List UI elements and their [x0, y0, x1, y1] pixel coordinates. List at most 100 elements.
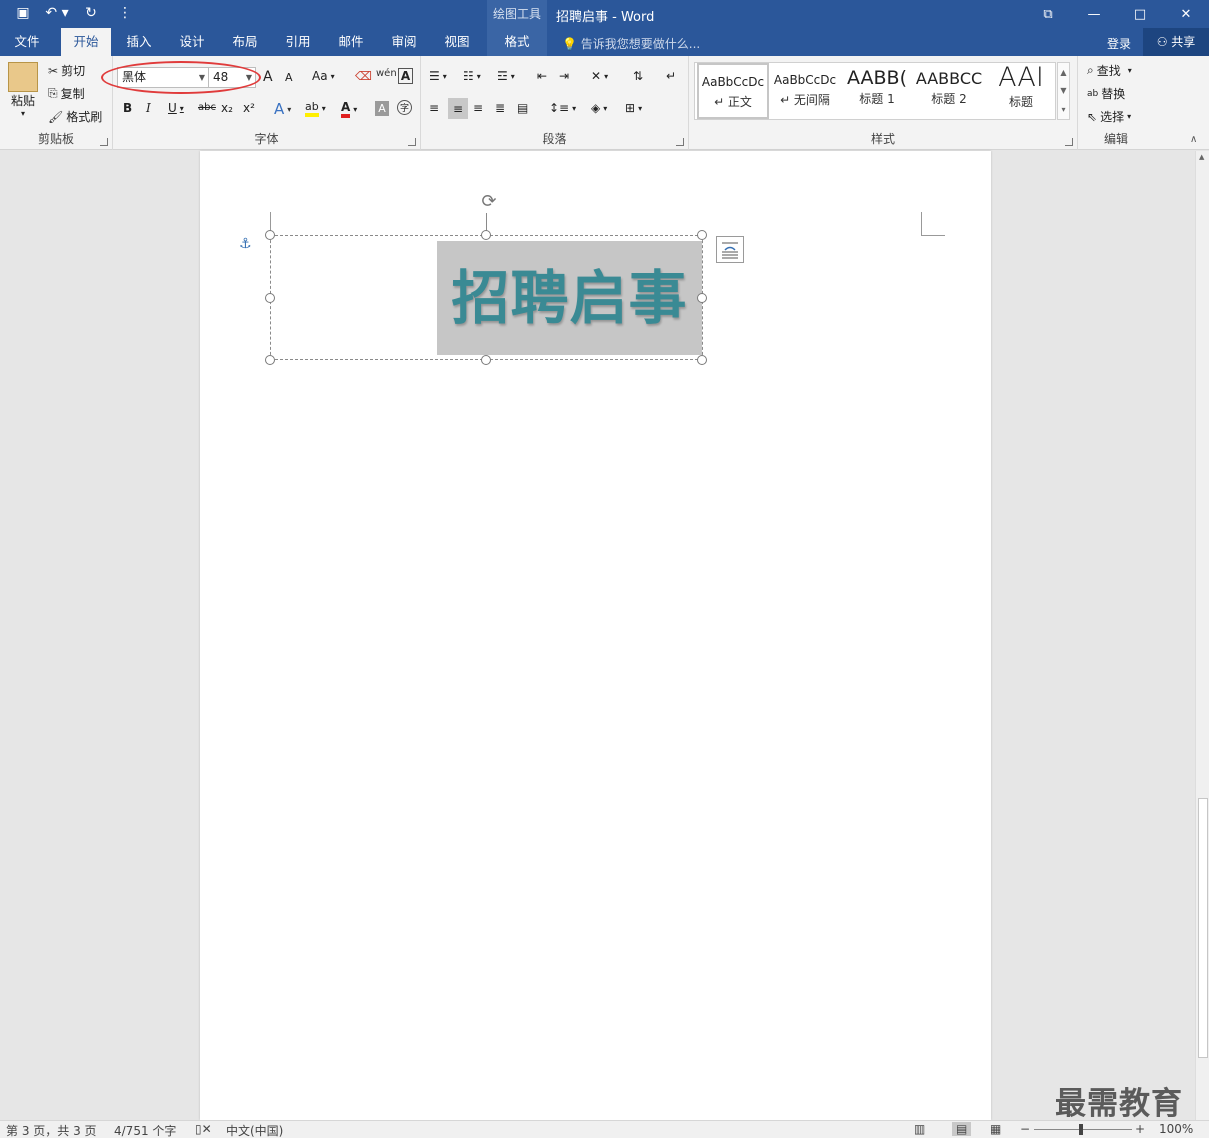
sort-button[interactable]: ⇅: [633, 69, 643, 83]
read-mode-icon[interactable]: ▥: [914, 1122, 925, 1136]
zoom-in-icon[interactable]: +: [1135, 1122, 1145, 1136]
collapse-ribbon-icon[interactable]: ∧: [1190, 134, 1197, 145]
superscript-button[interactable]: x²: [243, 101, 255, 115]
maximize-button[interactable]: □: [1117, 0, 1163, 28]
zoom-level[interactable]: 100%: [1159, 1122, 1193, 1136]
resize-handle-right[interactable]: [697, 293, 707, 303]
layout-options-button[interactable]: [716, 236, 744, 263]
minimize-button[interactable]: —: [1071, 0, 1117, 28]
language-indicator[interactable]: 中文(中国): [226, 1122, 283, 1138]
distributed-button[interactable]: ▤: [517, 101, 528, 115]
rotate-handle-icon[interactable]: ⟳: [478, 191, 500, 213]
font-dialog-launcher[interactable]: [408, 138, 416, 146]
style-heading-1[interactable]: AABB( 标题 1: [841, 63, 913, 119]
chevron-down-icon[interactable]: ▼: [1060, 86, 1066, 95]
save-icon[interactable]: ▣: [8, 2, 38, 24]
find-button[interactable]: ⌕ 查找 ▾: [1087, 62, 1132, 79]
clipboard-dialog-launcher[interactable]: [100, 138, 108, 146]
textbox-selected-text[interactable]: 招聘启事: [437, 241, 702, 355]
resize-handle-bottom-right[interactable]: [697, 355, 707, 365]
multilevel-list-button[interactable]: ☲ ▾: [497, 69, 515, 83]
tab-insert[interactable]: 插入: [116, 28, 162, 56]
tab-home[interactable]: 开始: [61, 28, 111, 56]
zoom-slider-thumb[interactable]: [1079, 1124, 1083, 1135]
tab-format[interactable]: 格式: [487, 28, 547, 56]
sign-in-link[interactable]: 登录: [1107, 35, 1131, 52]
replace-button[interactable]: ab 替换: [1087, 85, 1125, 102]
resize-handle-top-left[interactable]: [265, 230, 275, 240]
justify-button[interactable]: ≣: [495, 101, 505, 115]
tell-me-search[interactable]: 💡 告诉我您想要做什么...: [562, 35, 700, 52]
grow-font-button[interactable]: A: [263, 69, 273, 85]
align-center-button[interactable]: ≡: [448, 98, 468, 119]
tab-review[interactable]: 审阅: [381, 28, 427, 56]
web-layout-icon[interactable]: ▦: [990, 1122, 1001, 1136]
shrink-font-button[interactable]: A: [285, 71, 293, 84]
paste-button[interactable]: 粘贴 ▾: [8, 62, 38, 118]
bold-button[interactable]: B: [123, 101, 132, 115]
tab-file[interactable]: 文件: [0, 28, 54, 56]
tab-view[interactable]: 视图: [434, 28, 480, 56]
align-right-button[interactable]: ≡: [473, 101, 483, 115]
more-styles-icon[interactable]: ▾: [1061, 105, 1065, 114]
word-count[interactable]: 4/751 个字: [114, 1122, 176, 1138]
scrollbar-thumb[interactable]: [1198, 798, 1208, 1058]
increase-indent-button[interactable]: ⇥: [559, 69, 569, 83]
subscript-button[interactable]: x₂: [221, 101, 233, 115]
style-no-spacing[interactable]: AaBbCcDc ↵ 无间隔: [769, 63, 841, 119]
redo-icon[interactable]: ↻: [76, 2, 106, 24]
character-shading-button[interactable]: A: [375, 101, 389, 116]
scroll-up-icon[interactable]: ▲: [1199, 153, 1204, 161]
character-border-button[interactable]: A: [398, 68, 413, 84]
styles-dialog-launcher[interactable]: [1065, 138, 1073, 146]
style-heading-2[interactable]: AABBCC 标题 2: [913, 63, 985, 119]
highlight-button[interactable]: ab ▾: [305, 100, 326, 117]
share-button[interactable]: ⚇ 共享: [1143, 28, 1209, 56]
resize-handle-left[interactable]: [265, 293, 275, 303]
page-count[interactable]: 第 3 页，共 3 页: [6, 1122, 97, 1138]
show-marks-button[interactable]: ↵: [666, 69, 676, 83]
text-effects-button[interactable]: A ▾: [274, 100, 291, 118]
line-spacing-button[interactable]: ↕≡ ▾: [549, 101, 576, 115]
print-layout-icon[interactable]: ▤: [952, 1122, 972, 1136]
paragraph-dialog-launcher[interactable]: [676, 138, 684, 146]
align-left-button[interactable]: ≡: [429, 101, 439, 115]
cut-button[interactable]: ✂ 剪切: [48, 62, 85, 79]
style-title[interactable]: AAI 标题: [985, 63, 1057, 119]
italic-button[interactable]: I: [146, 101, 151, 115]
resize-handle-top-right[interactable]: [697, 230, 707, 240]
tab-references[interactable]: 引用: [275, 28, 321, 56]
asian-layout-button[interactable]: ✕ ▾: [591, 69, 608, 83]
decrease-indent-button[interactable]: ⇤: [537, 69, 547, 83]
borders-button[interactable]: ⊞ ▾: [625, 101, 642, 115]
vertical-scrollbar[interactable]: ▲: [1195, 151, 1209, 1120]
ribbon-display-options-icon[interactable]: ⧉: [1025, 0, 1071, 28]
underline-button[interactable]: U ▾: [168, 101, 184, 115]
undo-icon[interactable]: ↶ ▾: [42, 2, 72, 24]
chevron-up-icon[interactable]: ▲: [1060, 68, 1066, 77]
tab-mailings[interactable]: 邮件: [328, 28, 374, 56]
tab-layout[interactable]: 布局: [222, 28, 268, 56]
phonetic-guide-button[interactable]: wén: [376, 68, 397, 79]
tab-design[interactable]: 设计: [169, 28, 215, 56]
shading-button[interactable]: ◈ ▾: [591, 101, 607, 115]
proofing-icon[interactable]: ▯✕: [195, 1122, 212, 1136]
clear-formatting-button[interactable]: ⌫: [355, 69, 372, 83]
enclose-characters-button[interactable]: 字: [397, 100, 412, 115]
close-button[interactable]: ✕: [1163, 0, 1209, 28]
strikethrough-button[interactable]: abc: [198, 102, 216, 113]
select-button[interactable]: ⇖ 选择 ▾: [1087, 108, 1131, 125]
resize-handle-bottom-left[interactable]: [265, 355, 275, 365]
change-case-button[interactable]: Aa ▾: [312, 69, 335, 83]
format-painter-button[interactable]: 🖌 格式刷: [48, 108, 102, 125]
numbering-button[interactable]: ☷ ▾: [463, 69, 481, 83]
resize-handle-top[interactable]: [481, 230, 491, 240]
customize-qat-icon[interactable]: ⋮: [110, 2, 140, 24]
zoom-out-icon[interactable]: −: [1020, 1122, 1030, 1136]
resize-handle-bottom[interactable]: [481, 355, 491, 365]
zoom-slider-track[interactable]: [1034, 1129, 1132, 1130]
style-normal[interactable]: AaBbCcDc ↵ 正文: [697, 63, 769, 119]
styles-gallery-scroll[interactable]: ▲ ▼ ▾: [1057, 62, 1070, 120]
bullets-button[interactable]: ☰ ▾: [429, 69, 447, 83]
font-color-button[interactable]: A ▾: [341, 100, 357, 118]
